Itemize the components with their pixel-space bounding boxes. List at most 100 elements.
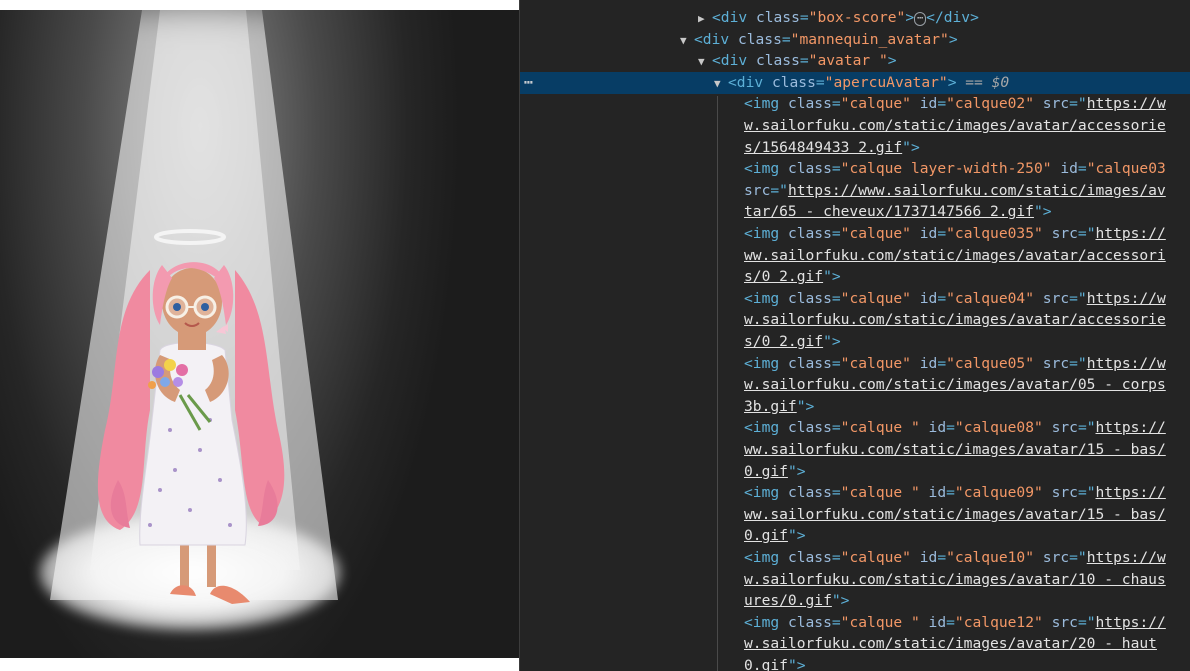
- src-link[interactable]: 3b.gif: [744, 398, 797, 415]
- dom-node-row[interactable]: w.sailorfuku.com/static/images/avatar/05…: [520, 374, 1190, 396]
- src-link[interactable]: https://: [1096, 225, 1166, 242]
- dom-node-row[interactable]: ww.sailorfuku.com/static/images/avatar/1…: [520, 439, 1190, 461]
- src-link[interactable]: https://: [1096, 419, 1166, 436]
- tag-token: =": [1077, 484, 1096, 502]
- dom-node-row[interactable]: w.sailorfuku.com/static/images/avatar/ac…: [520, 309, 1190, 331]
- attribute-value: "calque04": [946, 289, 1043, 307]
- src-link[interactable]: w.sailorfuku.com/static/images/avatar/10…: [744, 571, 1166, 588]
- src-link[interactable]: w.sailorfuku.com/static/images/avatar/ac…: [744, 117, 1166, 134]
- expand-triangle-icon[interactable]: ▼: [714, 73, 728, 95]
- src-link[interactable]: 0.gif: [744, 527, 788, 544]
- attribute-name: class: [787, 354, 832, 372]
- attribute-value: "calque": [840, 289, 920, 307]
- tag-token: =": [1069, 354, 1087, 372]
- expand-triangle-icon[interactable]: ▶: [698, 8, 712, 30]
- avatar-halo: [154, 229, 226, 245]
- dom-node-row[interactable]: <img class="calque" id="calque05" src="h…: [520, 353, 1190, 375]
- src-link[interactable]: https://w: [1087, 95, 1166, 112]
- attribute-name: src: [1051, 613, 1078, 631]
- attribute-value: "calque": [840, 225, 920, 242]
- attribute-value: "calque03: [1086, 160, 1166, 178]
- tag-token: ">: [787, 657, 806, 671]
- attribute-name: class: [787, 419, 832, 437]
- tag-token: <img: [744, 613, 788, 631]
- src-link[interactable]: ures/0.gif: [744, 592, 832, 609]
- dom-node-row[interactable]: s/0 2.gif">: [520, 331, 1190, 353]
- dom-node-row-selected[interactable]: ▼ <div class="apercuAvatar"> == $0: [520, 71, 1190, 95]
- devtools-elements-panel[interactable]: ▶ <div class="box-score"> ⋯ </div> ▼ <div cla…: [519, 0, 1190, 671]
- dom-node-row[interactable]: 0.gif">: [520, 461, 1190, 483]
- src-link[interactable]: ww.sailorfuku.com/static/images/avatar/a…: [744, 247, 1166, 264]
- tag-token: <img: [744, 419, 788, 437]
- tag-token: =: [946, 613, 955, 631]
- dom-node-row[interactable]: ▶ <div class="box-score"> ⋯ </div>: [520, 7, 1190, 29]
- attribute-name: class: [787, 160, 832, 178]
- src-link[interactable]: s/1564849433 2.gif: [744, 139, 902, 156]
- dom-node-row[interactable]: <img class="calque" id="calque04" src="h…: [520, 288, 1190, 310]
- src-link[interactable]: tar/65 - cheveux/1737147566 2.gif: [744, 203, 1034, 220]
- dom-node-row[interactable]: 0.gif">: [520, 655, 1190, 671]
- collapsed-children-icon[interactable]: ⋯: [914, 12, 927, 26]
- attribute-value: "mannequin_avatar": [790, 30, 949, 48]
- tag-token: =": [770, 181, 788, 199]
- dom-node-row[interactable]: w.sailorfuku.com/static/images/avatar/10…: [520, 569, 1190, 591]
- dom-node-row[interactable]: w.sailorfuku.com/static/images/avatar/ac…: [520, 115, 1190, 137]
- src-link[interactable]: w.sailorfuku.com/static/images/avatar/ac…: [744, 311, 1166, 328]
- avatar-head: [152, 262, 234, 336]
- dom-node-row[interactable]: s/0 2.gif">: [520, 266, 1190, 288]
- dom-node-row[interactable]: <img class="calque" id="calque035" src="…: [520, 223, 1190, 245]
- attribute-name: src: [1042, 354, 1070, 372]
- attribute-value: "calque ": [840, 419, 929, 437]
- src-link[interactable]: s/0 2.gif: [744, 333, 823, 350]
- dom-node-row[interactable]: <img class="calque" id="calque02" src="h…: [520, 93, 1190, 115]
- src-link[interactable]: https://w: [1087, 355, 1166, 372]
- src-link[interactable]: w.sailorfuku.com/static/images/avatar/20…: [744, 635, 1157, 652]
- tag-token: =: [937, 225, 947, 242]
- expand-triangle-icon[interactable]: ▼: [698, 51, 712, 73]
- selected-node-menu-icon[interactable]: ⋯: [524, 72, 533, 94]
- avatar-illustration[interactable]: [0, 10, 519, 658]
- tag-token: =: [815, 73, 825, 91]
- expand-triangle-icon[interactable]: ▼: [680, 30, 694, 52]
- dom-node-row[interactable]: ▼ <div class="mannequin_avatar">: [520, 29, 1190, 51]
- src-link[interactable]: https://: [1096, 484, 1166, 501]
- src-link[interactable]: 0.gif: [744, 463, 788, 480]
- dom-node-row[interactable]: s/1564849433 2.gif">: [520, 137, 1190, 159]
- dom-node-row[interactable]: <img class="calque " id="calque12" src="…: [520, 612, 1190, 634]
- src-link[interactable]: ww.sailorfuku.com/static/images/avatar/1…: [744, 506, 1166, 523]
- attribute-value: "calque12": [954, 613, 1052, 631]
- tag-token: <img: [744, 225, 788, 242]
- attribute-name: id: [928, 613, 947, 631]
- dom-node-row[interactable]: ww.sailorfuku.com/static/images/avatar/1…: [520, 504, 1190, 526]
- tag-token: =": [1077, 225, 1096, 242]
- tag-token: ">: [902, 138, 920, 156]
- dom-node-row[interactable]: <img class="calque " id="calque09" src="…: [520, 482, 1190, 504]
- src-link[interactable]: https://www.sailorfuku.com/static/images…: [788, 182, 1166, 199]
- dom-node-row[interactable]: <img class="calque " id="calque08" src="…: [520, 417, 1190, 439]
- src-link[interactable]: w.sailorfuku.com/static/images/avatar/05…: [744, 376, 1166, 393]
- dom-node-row[interactable]: ▼ <div class="avatar ">: [520, 50, 1190, 72]
- selected-equals-token: ==: [956, 73, 992, 91]
- src-link[interactable]: https://w: [1087, 290, 1166, 307]
- dom-node-row[interactable]: 0.gif">: [520, 525, 1190, 547]
- dom-node-row[interactable]: <img class="calque" id="calque10" src="h…: [520, 547, 1190, 569]
- src-link[interactable]: https://: [1096, 614, 1166, 631]
- src-link[interactable]: ww.sailorfuku.com/static/images/avatar/1…: [744, 441, 1166, 458]
- src-link[interactable]: s/0 2.gif: [744, 268, 823, 285]
- src-link[interactable]: https://w: [1087, 549, 1166, 566]
- attribute-name: class: [755, 52, 800, 70]
- src-link[interactable]: 0.gif: [744, 657, 788, 671]
- dom-node-row[interactable]: w.sailorfuku.com/static/images/avatar/20…: [520, 633, 1190, 655]
- attribute-value: "calque ": [840, 613, 929, 631]
- dom-node-row[interactable]: 3b.gif">: [520, 396, 1190, 418]
- dom-node-row[interactable]: <img class="calque layer-width-250" id="…: [520, 158, 1190, 180]
- dom-node-row[interactable]: ww.sailorfuku.com/static/images/avatar/a…: [520, 245, 1190, 267]
- dom-node-row[interactable]: ures/0.gif">: [520, 590, 1190, 612]
- dom-node-row[interactable]: tar/65 - cheveux/1737147566 2.gif">: [520, 201, 1190, 223]
- attribute-value: "calque": [840, 354, 920, 372]
- tag-token: </div>: [926, 9, 979, 26]
- dom-node-row[interactable]: src="https://www.sailorfuku.com/static/i…: [520, 180, 1190, 202]
- attribute-name: id: [919, 289, 938, 307]
- tag-token: <div: [712, 52, 756, 70]
- attribute-name: class: [787, 549, 832, 566]
